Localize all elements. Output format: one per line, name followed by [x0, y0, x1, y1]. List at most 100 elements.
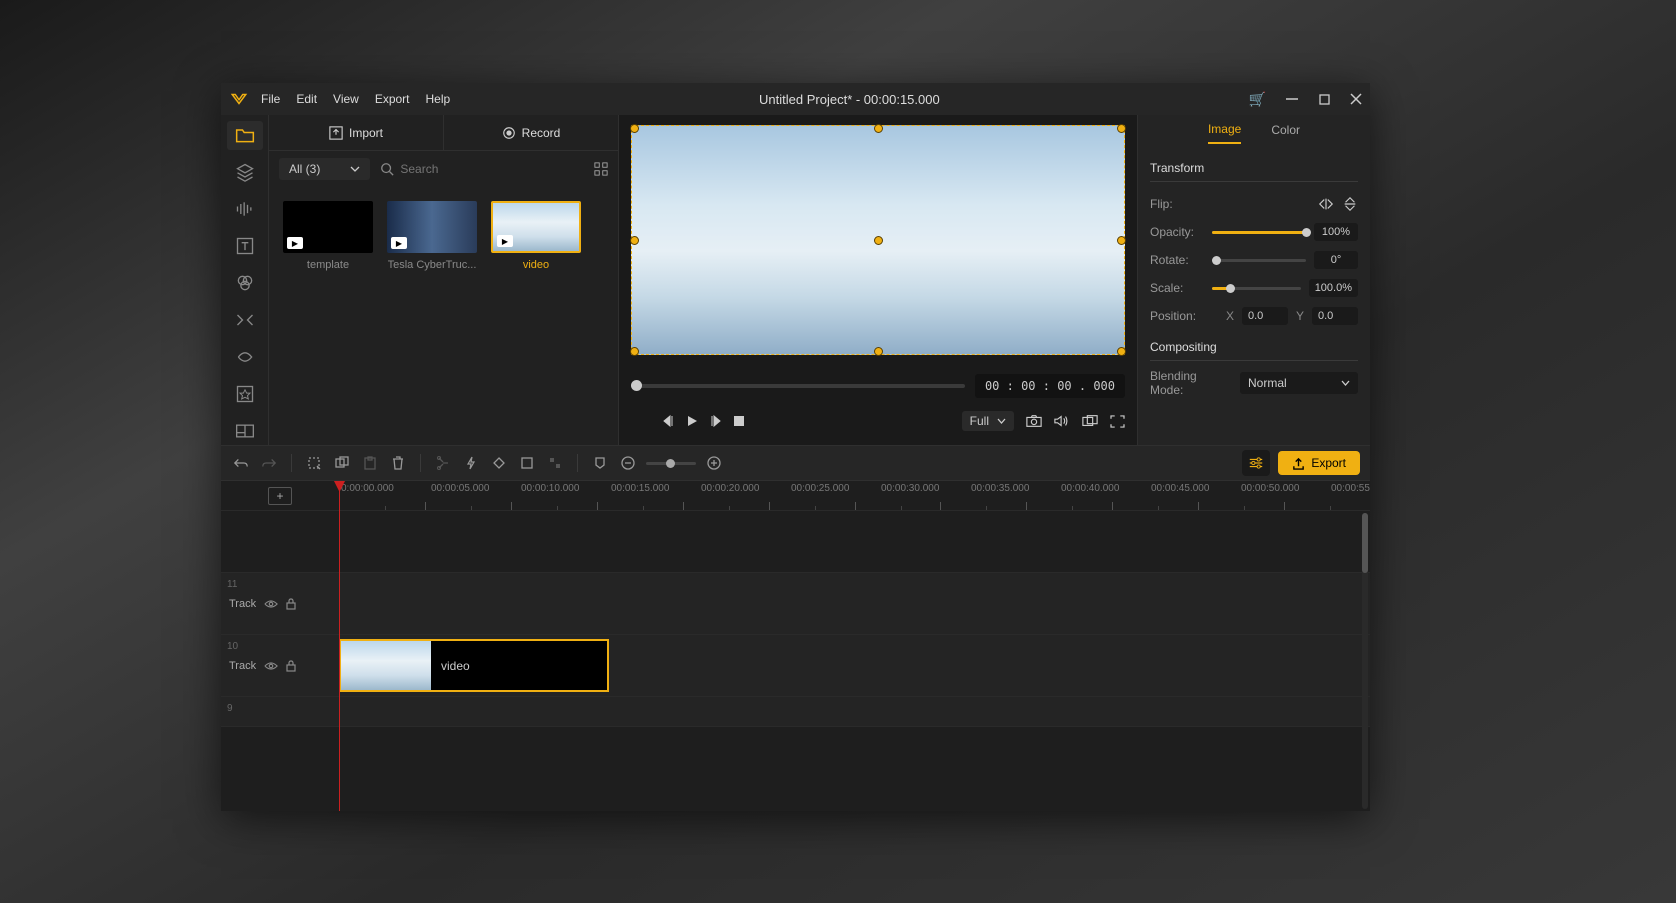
shop-icon[interactable]: 🛒	[1249, 91, 1266, 108]
track-lock-icon[interactable]	[286, 598, 296, 610]
step-forward-button[interactable]	[709, 414, 723, 428]
transform-handle-icon[interactable]	[630, 124, 639, 133]
volume-icon[interactable]	[1054, 414, 1070, 428]
timeline-vertical-scrollbar[interactable]	[1362, 513, 1368, 809]
media-search-input[interactable]	[400, 162, 480, 176]
grid-view-icon[interactable]	[594, 162, 608, 176]
track-visibility-icon[interactable]	[264, 661, 278, 671]
copy-icon[interactable]	[332, 453, 352, 473]
tab-color[interactable]: Color	[1271, 123, 1300, 143]
zoom-in-icon[interactable]	[704, 453, 724, 473]
transform-handle-icon[interactable]	[874, 124, 883, 133]
paste-icon[interactable]	[360, 453, 380, 473]
blending-mode-dropdown[interactable]: Normal	[1240, 372, 1358, 394]
media-item[interactable]: ▶ video	[491, 201, 581, 271]
split-icon[interactable]	[433, 453, 453, 473]
timeline-clip[interactable]: video	[339, 639, 609, 692]
track-content[interactable]: video	[339, 635, 1370, 696]
track-rows: 11 Track 10 Track video	[221, 511, 1370, 811]
scale-slider[interactable]	[1212, 287, 1301, 290]
detach-window-icon[interactable]	[1082, 414, 1098, 428]
transform-handle-icon[interactable]	[630, 347, 639, 356]
opacity-slider[interactable]	[1212, 231, 1306, 234]
sidebar-transitions-icon[interactable]	[227, 305, 263, 334]
maximize-button[interactable]	[1318, 93, 1330, 105]
zoom-slider[interactable]	[646, 462, 696, 465]
sidebar-media-icon[interactable]	[227, 121, 263, 150]
sidebar-text-icon[interactable]	[227, 232, 263, 261]
transform-handle-icon[interactable]	[874, 347, 883, 356]
keyframe-icon[interactable]	[489, 453, 509, 473]
select-tool-icon[interactable]	[304, 453, 324, 473]
rotate-value[interactable]: 0°	[1314, 251, 1358, 269]
main-menu: File Edit View Export Help	[261, 92, 450, 106]
scale-label: Scale:	[1150, 281, 1204, 295]
sidebar-elements-icon[interactable]	[227, 379, 263, 408]
crop-icon[interactable]	[517, 453, 537, 473]
track-lock-icon[interactable]	[286, 660, 296, 672]
menu-edit[interactable]: Edit	[296, 92, 317, 106]
fullscreen-icon[interactable]	[1110, 415, 1125, 428]
export-settings-button[interactable]	[1242, 450, 1270, 476]
stop-button[interactable]	[733, 415, 745, 427]
zoom-out-icon[interactable]	[618, 453, 638, 473]
delete-icon[interactable]	[388, 453, 408, 473]
opacity-value[interactable]: 100%	[1314, 223, 1358, 241]
section-compositing: Compositing	[1150, 330, 1358, 361]
play-button[interactable]	[685, 414, 699, 428]
position-x-input[interactable]: 0.0	[1242, 307, 1288, 325]
sidebar-split-icon[interactable]	[227, 416, 263, 445]
play-overlay-icon: ▶	[391, 237, 407, 249]
transform-handle-icon[interactable]	[874, 236, 883, 245]
rotate-slider[interactable]	[1212, 259, 1306, 262]
flip-vertical-icon[interactable]	[1342, 196, 1358, 212]
app-logo-icon	[229, 89, 249, 109]
sidebar-layers-icon[interactable]	[227, 158, 263, 187]
export-button[interactable]: Export	[1278, 451, 1360, 475]
transform-handle-icon[interactable]	[1117, 236, 1126, 245]
media-item[interactable]: ▶ Tesla CyberTruc...	[387, 201, 477, 271]
timeline: + 0:00:00.000 00:00:05.000 00:00:10.000 …	[221, 481, 1370, 811]
ruler-label: 00:00:05.000	[431, 483, 489, 494]
sidebar-filters-icon[interactable]	[227, 269, 263, 298]
flip-horizontal-icon[interactable]	[1318, 196, 1334, 212]
record-button[interactable]: Record	[443, 115, 618, 150]
transform-handle-icon[interactable]	[630, 236, 639, 245]
close-button[interactable]	[1350, 93, 1362, 105]
track-visibility-icon[interactable]	[264, 599, 278, 609]
scale-value[interactable]: 100.0%	[1309, 279, 1358, 297]
menu-help[interactable]: Help	[426, 92, 451, 106]
media-item[interactable]: ▶ template	[283, 201, 373, 271]
flip-label: Flip:	[1150, 197, 1204, 211]
mosaic-icon[interactable]	[545, 453, 565, 473]
speed-icon[interactable]	[461, 453, 481, 473]
timeline-ruler[interactable]: 0:00:00.000 00:00:05.000 00:00:10.000 00…	[339, 481, 1370, 510]
marker-icon[interactable]	[590, 453, 610, 473]
timeline-toolbar: Export	[221, 445, 1370, 481]
preview-scrubber[interactable]	[631, 384, 965, 388]
transform-handle-icon[interactable]	[1117, 347, 1126, 356]
undo-icon[interactable]	[231, 453, 251, 473]
tab-image[interactable]: Image	[1208, 122, 1241, 144]
menu-export[interactable]: Export	[375, 92, 410, 106]
clip-thumbnail	[341, 641, 431, 690]
playhead[interactable]	[339, 481, 340, 811]
step-back-button[interactable]	[661, 414, 675, 428]
ruler-label: 00:00:55	[1331, 483, 1370, 494]
sidebar-audio-icon[interactable]	[227, 195, 263, 224]
minimize-button[interactable]	[1286, 93, 1298, 105]
redo-icon[interactable]	[259, 453, 279, 473]
menu-view[interactable]: View	[333, 92, 359, 106]
preview-viewport[interactable]	[631, 125, 1125, 355]
transform-handle-icon[interactable]	[1117, 124, 1126, 133]
display-mode-dropdown[interactable]: Full	[962, 411, 1014, 431]
rotate-label: Rotate:	[1150, 253, 1204, 267]
media-filter-dropdown[interactable]: All (3)	[279, 158, 370, 180]
snapshot-icon[interactable]	[1026, 414, 1042, 428]
menu-file[interactable]: File	[261, 92, 280, 106]
add-track-button[interactable]: +	[268, 487, 292, 505]
track-content[interactable]	[339, 573, 1370, 634]
sidebar-motion-icon[interactable]	[227, 342, 263, 371]
import-button[interactable]: Import	[269, 115, 443, 150]
position-y-input[interactable]: 0.0	[1312, 307, 1358, 325]
